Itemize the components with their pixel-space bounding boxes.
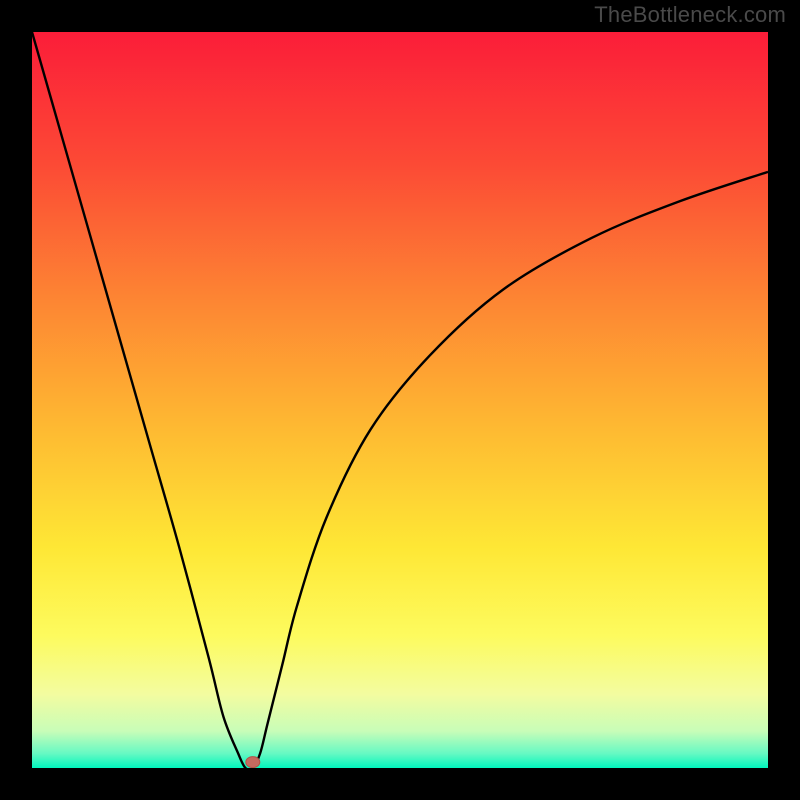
optimal-marker xyxy=(246,757,260,768)
chart-frame: TheBottleneck.com xyxy=(0,0,800,800)
chart-svg xyxy=(32,32,768,768)
plot-area xyxy=(32,32,768,768)
watermark-label: TheBottleneck.com xyxy=(594,2,786,28)
gradient-background xyxy=(32,32,768,768)
